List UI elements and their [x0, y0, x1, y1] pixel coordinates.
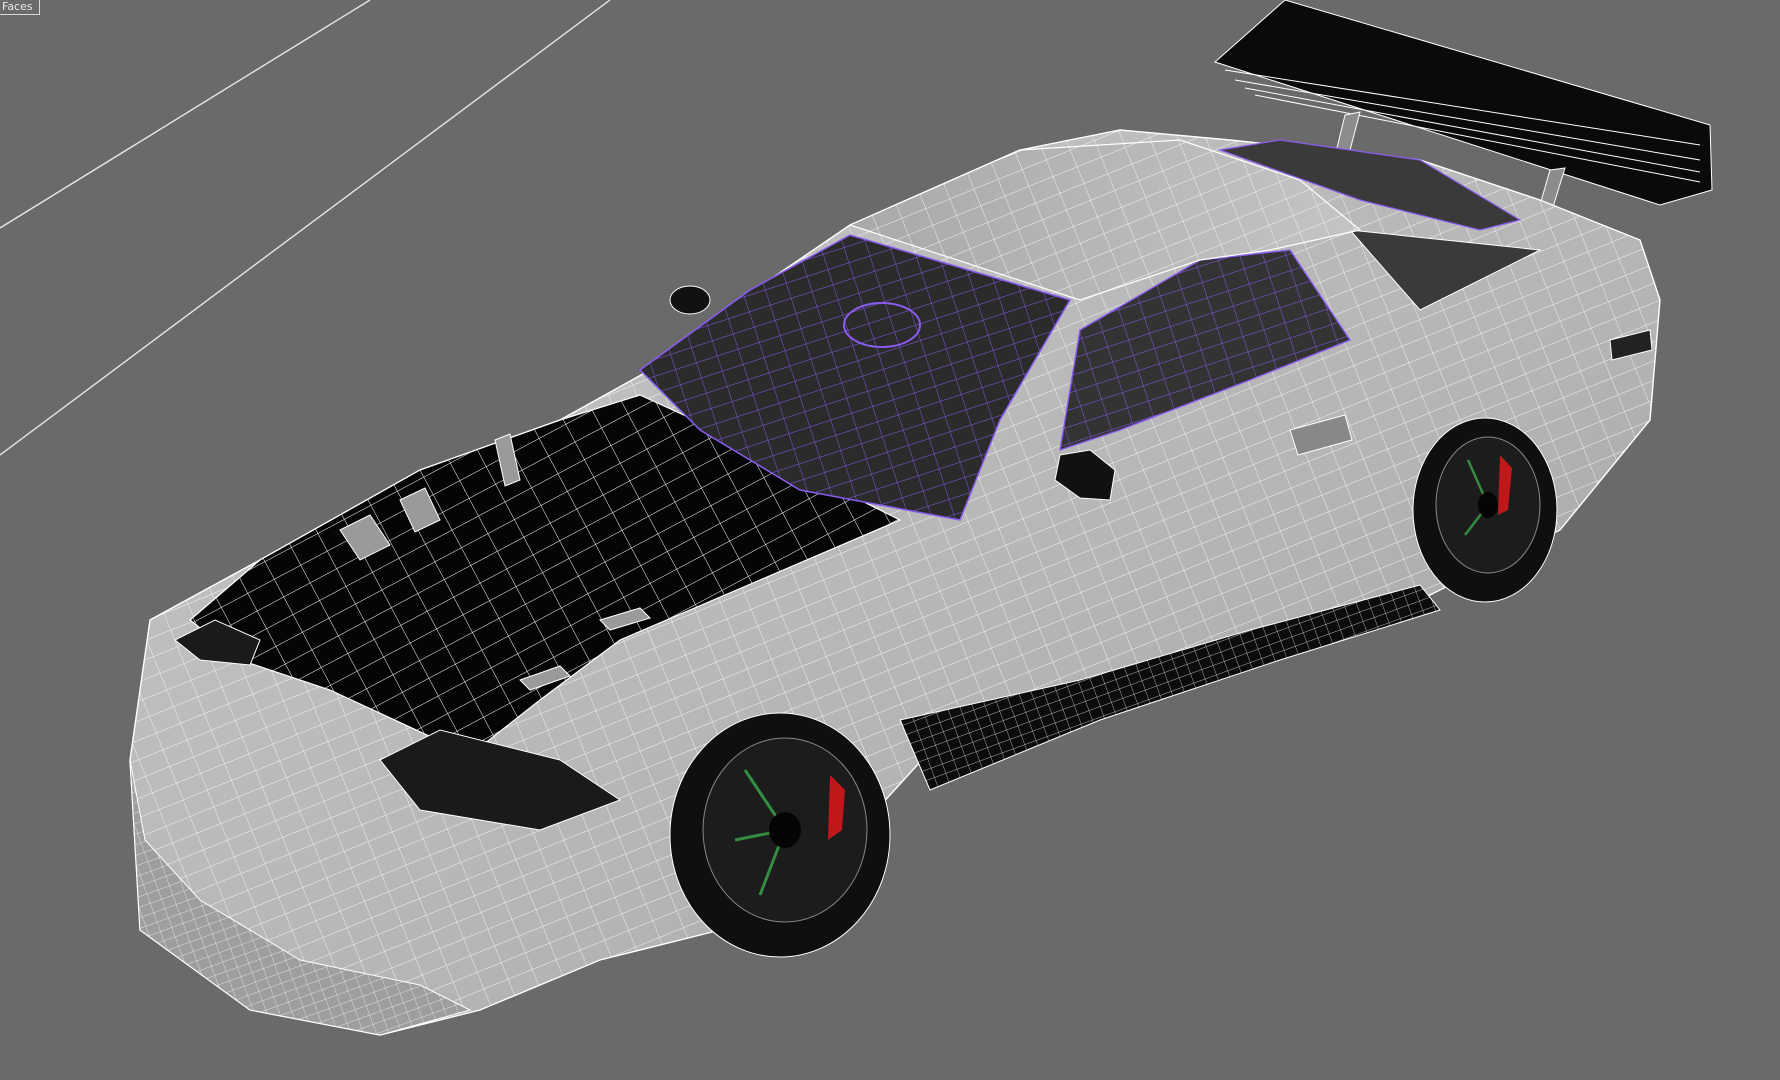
- ground-grid: [0, 0, 611, 456]
- front-wheel[interactable]: [669, 712, 891, 958]
- 3d-viewport[interactable]: Faces: [0, 0, 1780, 1080]
- scene-canvas[interactable]: [0, 0, 1780, 1080]
- rear-wheel[interactable]: [1412, 417, 1558, 603]
